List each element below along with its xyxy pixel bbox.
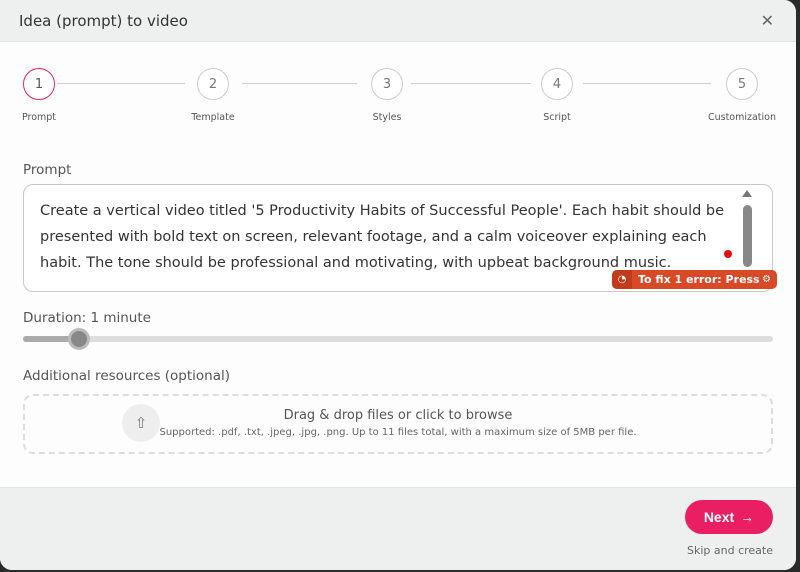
step-label: Script <box>543 112 571 123</box>
duration-label: Duration: 1 minute <box>23 310 151 326</box>
step-number: 5 <box>726 68 758 100</box>
next-button[interactable]: Next → <box>685 500 773 534</box>
grammar-error-banner[interactable]: ◔ To fix 1 error: Press ⚙ <box>612 270 777 289</box>
stepper: 1 Prompt 2 Template 3 Styles 4 Script 5 Custo… <box>0 68 796 128</box>
step-label: Template <box>191 112 235 123</box>
close-icon[interactable]: ✕ <box>761 11 774 30</box>
upload-icon: ⇧ <box>122 404 160 442</box>
scrollbar[interactable] <box>743 205 752 267</box>
prompt-label: Prompt <box>23 162 72 178</box>
skip-and-create-link[interactable]: Skip and create <box>687 544 773 557</box>
step-prompt[interactable]: 1 Prompt <box>0 68 89 123</box>
arrow-right-icon: → <box>740 509 755 525</box>
step-number: 3 <box>371 68 403 100</box>
step-label: Customization <box>707 112 777 123</box>
error-text: To fix 1 error: Press <box>638 273 760 286</box>
scroll-up-icon[interactable] <box>742 190 752 197</box>
slider-thumb[interactable] <box>68 328 91 350</box>
duration-slider[interactable] <box>23 328 773 350</box>
step-number: 2 <box>197 68 229 100</box>
step-number: 1 <box>23 68 55 100</box>
file-dropzone[interactable]: ⇧ Drag & drop files or click to browse S… <box>23 394 773 454</box>
error-dot-icon <box>724 250 732 258</box>
resources-label: Additional resources (optional) <box>23 368 231 384</box>
dialog-footer: Next → Skip and create <box>0 487 796 570</box>
step-template[interactable]: 2 Template <box>163 68 263 123</box>
step-label: Styles <box>372 112 402 123</box>
dialog-header: Idea (prompt) to video ✕ <box>0 0 796 42</box>
dialog: Idea (prompt) to video ✕ 1 Prompt 2 Templa… <box>0 0 796 570</box>
step-label: Prompt <box>21 112 57 123</box>
grammar-icon: ◔ <box>612 270 632 289</box>
step-number: 4 <box>541 68 573 100</box>
gear-icon[interactable]: ⚙ <box>762 274 777 285</box>
prompt-text: Create a vertical video titled '5 Produc… <box>40 203 725 271</box>
step-styles[interactable]: 3 Styles <box>337 68 437 123</box>
dialog-title: Idea (prompt) to video <box>19 11 188 30</box>
step-script[interactable]: 4 Script <box>507 68 607 123</box>
next-label: Next <box>703 509 735 525</box>
step-customization[interactable]: 5 Customization <box>692 68 792 123</box>
